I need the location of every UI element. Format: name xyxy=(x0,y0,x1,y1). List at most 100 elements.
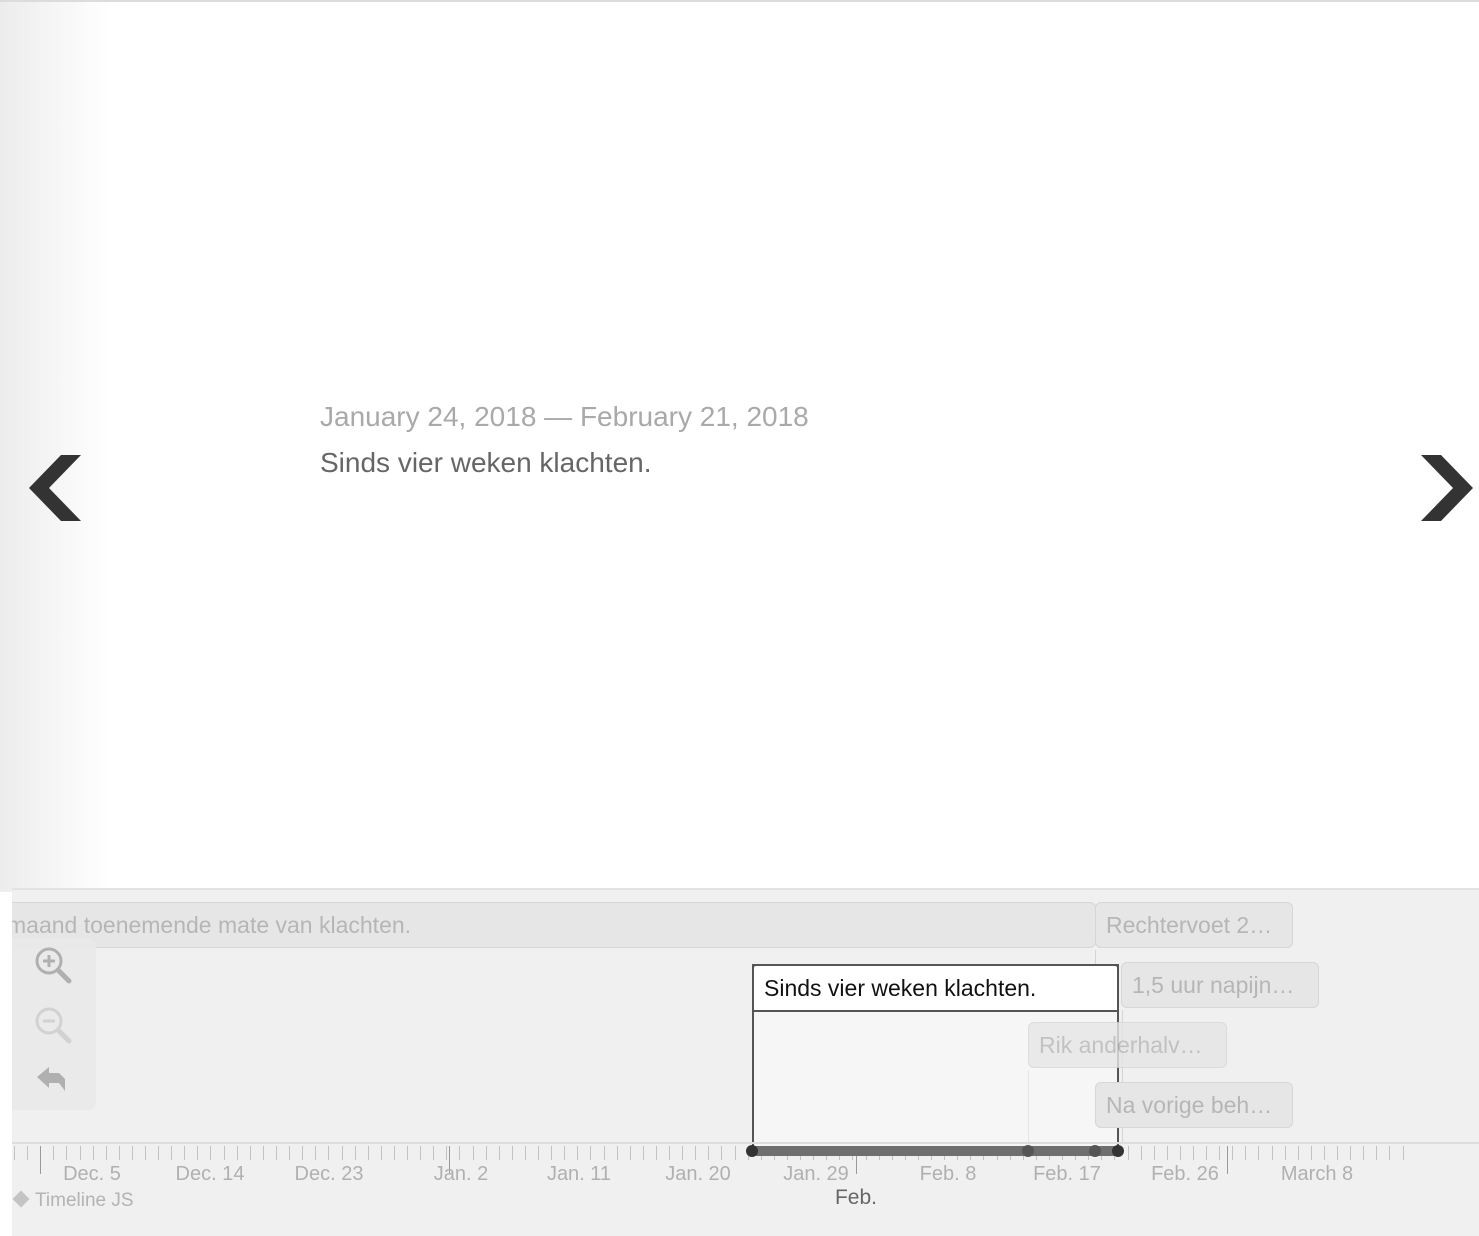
axis-tick xyxy=(1167,1146,1168,1160)
axis-tick xyxy=(551,1146,552,1160)
zoom-out-icon xyxy=(35,1007,72,1044)
axis-tick xyxy=(394,1146,395,1160)
axis-label: Feb. 17 xyxy=(1033,1163,1101,1185)
axis-tick xyxy=(132,1146,133,1160)
axis-tick xyxy=(1298,1146,1299,1160)
axis-tick xyxy=(695,1146,696,1160)
axis-major-label: Feb. xyxy=(834,1186,878,1209)
axis-tick xyxy=(721,1146,722,1160)
axis-label: Jan. 29 xyxy=(783,1163,849,1185)
timelinejs-credit[interactable]: Timeline JS xyxy=(12,1190,134,1212)
reset-zoom-button[interactable] xyxy=(33,1061,73,1101)
chevron-left-icon xyxy=(29,455,81,521)
axis-tick xyxy=(355,1146,356,1160)
axis-label: March 8 xyxy=(1280,1163,1354,1185)
axis-major-tick xyxy=(40,1146,41,1174)
axis-tick xyxy=(1128,1146,1129,1160)
timeline-navigation[interactable]: maand toenemende mate van klachten. Rech… xyxy=(12,888,1479,1236)
zoom-controls xyxy=(12,938,96,1110)
timeline-marker[interactable]: Rechtervoet 2… xyxy=(1095,902,1293,948)
marker-dot xyxy=(1089,1145,1101,1157)
axis-tick xyxy=(564,1146,565,1160)
axis-tick xyxy=(342,1146,343,1160)
axis-tick xyxy=(1141,1146,1142,1160)
next-slide-button[interactable] xyxy=(1415,455,1475,521)
axis-tick xyxy=(237,1146,238,1160)
zoom-out-button[interactable] xyxy=(33,1005,73,1045)
active-timeline-marker[interactable]: Sinds vier weken klachten. xyxy=(752,964,1119,1012)
axis-tick xyxy=(708,1146,709,1160)
timeline-marker[interactable]: Na vorige beh… xyxy=(1095,1082,1293,1128)
axis-tick xyxy=(1403,1146,1404,1160)
axis-tick xyxy=(1311,1146,1312,1160)
axis-label: Dec. 14 xyxy=(175,1163,245,1185)
credit-text: Timeline JS xyxy=(35,1190,134,1211)
active-time-span xyxy=(752,1146,1119,1156)
axis-tick xyxy=(735,1146,736,1160)
axis-label: Jan. 11 xyxy=(546,1163,612,1185)
axis-tick xyxy=(577,1146,578,1160)
axis-tick xyxy=(14,1146,15,1160)
axis-tick xyxy=(433,1146,434,1160)
axis-tick xyxy=(250,1146,251,1160)
timeline-marker[interactable]: maand toenemende mate van klachten. xyxy=(12,902,1096,948)
timeline-marker[interactable]: 1,5 uur napijn… xyxy=(1121,962,1319,1008)
time-axis-line xyxy=(12,1142,1479,1144)
axis-tick xyxy=(1285,1146,1286,1160)
axis-tick xyxy=(145,1146,146,1160)
axis-major-tick xyxy=(1227,1146,1228,1174)
slide-date-range: January 24, 2018 — February 21, 2018 xyxy=(320,401,809,432)
back-arrow-icon xyxy=(37,1067,65,1091)
axis-tick xyxy=(682,1146,683,1160)
axis-tick xyxy=(1389,1146,1390,1160)
axis-tick xyxy=(538,1146,539,1160)
axis-tick xyxy=(210,1146,211,1160)
axis-tick xyxy=(315,1146,316,1160)
axis-tick xyxy=(630,1146,631,1160)
axis-label: Jan. 2 xyxy=(433,1163,489,1185)
axis-tick xyxy=(1363,1146,1364,1160)
axis-tick xyxy=(617,1146,618,1160)
zoom-in-button[interactable] xyxy=(33,945,73,985)
chevron-right-icon xyxy=(1421,455,1473,521)
axis-tick xyxy=(1337,1146,1338,1160)
axis-tick xyxy=(1350,1146,1351,1160)
axis-tick xyxy=(1219,1146,1220,1160)
axis-tick xyxy=(512,1146,513,1160)
top-border xyxy=(0,0,1479,2)
axis-tick xyxy=(106,1146,107,1160)
axis-label: Feb. 26 xyxy=(1151,1163,1219,1185)
axis-tick xyxy=(1154,1146,1155,1160)
previous-slide-button[interactable] xyxy=(27,455,87,521)
time-span-start-dot xyxy=(746,1145,758,1157)
axis-tick xyxy=(643,1146,644,1160)
slider-edge-shadow xyxy=(0,2,110,892)
axis-tick xyxy=(263,1146,264,1160)
timelinejs-logo-icon xyxy=(12,1190,30,1208)
axis-tick xyxy=(27,1146,28,1160)
axis-tick xyxy=(420,1146,421,1160)
axis-tick xyxy=(158,1146,159,1160)
axis-tick xyxy=(1376,1146,1377,1160)
timeline-marker[interactable]: Rik anderhalv… xyxy=(1028,1022,1227,1068)
axis-tick xyxy=(486,1146,487,1160)
axis-tick xyxy=(53,1146,54,1160)
axis-tick xyxy=(119,1146,120,1160)
axis-tick xyxy=(276,1146,277,1160)
axis-tick xyxy=(459,1146,460,1160)
axis-tick xyxy=(171,1146,172,1160)
axis-tick xyxy=(184,1146,185,1160)
axis-tick xyxy=(368,1146,369,1160)
axis-tick xyxy=(80,1146,81,1160)
axis-tick xyxy=(328,1146,329,1160)
axis-tick xyxy=(224,1146,225,1160)
marker-fill xyxy=(1028,1070,1097,1146)
axis-tick xyxy=(1245,1146,1246,1160)
marker-dot xyxy=(1022,1145,1034,1157)
axis-tick xyxy=(197,1146,198,1160)
axis-tick xyxy=(669,1146,670,1160)
axis-label: Dec. 5 xyxy=(63,1163,121,1185)
axis-tick xyxy=(1272,1146,1273,1160)
zoom-in-icon xyxy=(35,947,72,984)
axis-tick xyxy=(1324,1146,1325,1160)
